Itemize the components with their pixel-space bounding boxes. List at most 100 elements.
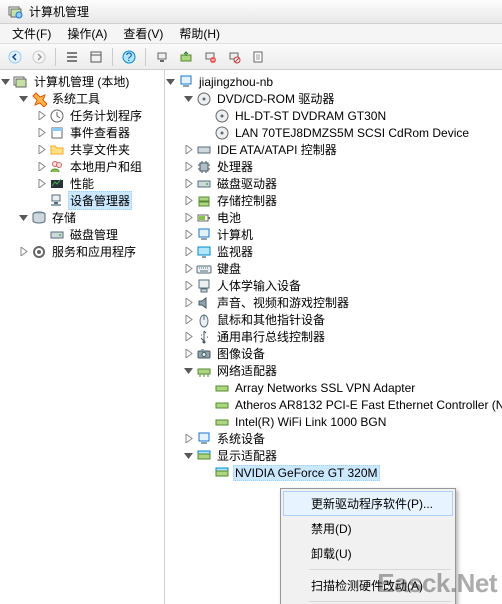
dev-system[interactable]: 系统设备: [165, 430, 502, 447]
mouse-icon: [196, 312, 212, 328]
usb-icon: [196, 329, 212, 345]
ctx-disable[interactable]: 禁用(D): [283, 516, 453, 541]
disk-icon: [49, 227, 65, 243]
imaging-icon: [196, 346, 212, 362]
tree-label: 网络适配器: [215, 361, 279, 380]
tree-system-tools[interactable]: 系统工具: [0, 90, 164, 107]
keyboard-icon: [196, 261, 212, 277]
tree-label: jiajingzhou-nb: [197, 74, 275, 90]
tree-task-scheduler[interactable]: 任务计划程序: [0, 107, 164, 124]
display-icon: [196, 448, 212, 464]
tree-device-manager[interactable]: 设备管理器: [0, 192, 164, 209]
computer-icon: [196, 227, 212, 243]
properties-button[interactable]: [247, 46, 269, 68]
dev-storage-ctrl[interactable]: 存储控制器: [165, 192, 502, 209]
dev-battery[interactable]: 电池: [165, 209, 502, 226]
tree-shared-folders[interactable]: 共享文件夹: [0, 141, 164, 158]
dev-network[interactable]: 网络适配器: [165, 362, 502, 379]
tree-performance[interactable]: 性能: [0, 175, 164, 192]
update-driver-button[interactable]: [175, 46, 197, 68]
separator: [309, 601, 451, 602]
tree-label: NVIDIA GeForce GT 320M: [233, 465, 380, 481]
dev-root[interactable]: jiajingzhou-nb: [165, 73, 502, 90]
disable-button[interactable]: [223, 46, 245, 68]
app-icon: [8, 4, 24, 20]
storage-icon: [31, 210, 47, 226]
tree-label: Array Networks SSL VPN Adapter: [233, 380, 417, 396]
scan-button[interactable]: [151, 46, 173, 68]
disk-icon: [196, 176, 212, 192]
watermark: Easck.Net: [377, 568, 497, 599]
folder-icon: [49, 142, 65, 158]
tree-storage[interactable]: 存储: [0, 209, 164, 226]
dev-cpu[interactable]: 处理器: [165, 158, 502, 175]
dev-computer[interactable]: 计算机: [165, 226, 502, 243]
services-icon: [31, 244, 47, 260]
menu-action[interactable]: 操作(A): [59, 23, 115, 44]
right-pane: jiajingzhou-nb DVD/CD-ROM 驱动器 HL-DT-ST D…: [165, 70, 502, 604]
dev-usb[interactable]: 通用串行总线控制器: [165, 328, 502, 345]
management-tree[interactable]: 计算机管理 (本地) 系统工具 任务计划程序 事件查看器 共享文件夹 本地用户和…: [0, 73, 164, 260]
storage-ctrl-icon: [196, 193, 212, 209]
hid-icon: [196, 278, 212, 294]
users-icon: [49, 159, 65, 175]
left-pane: 计算机管理 (本地) 系统工具 任务计划程序 事件查看器 共享文件夹 本地用户和…: [0, 70, 165, 604]
clock-icon: [49, 108, 65, 124]
dev-gpu[interactable]: NVIDIA GeForce GT 320M: [165, 464, 502, 481]
gpu-icon: [214, 465, 230, 481]
dev-dvd-2[interactable]: LAN 70TEJ8DMZS5M SCSI CdRom Device: [165, 124, 502, 141]
separator: [145, 48, 146, 66]
dev-ide[interactable]: IDE ATA/ATAPI 控制器: [165, 141, 502, 158]
ide-icon: [196, 142, 212, 158]
tools-icon: [31, 91, 47, 107]
back-button[interactable]: [4, 46, 26, 68]
battery-icon: [196, 210, 212, 226]
device-tree[interactable]: jiajingzhou-nb DVD/CD-ROM 驱动器 HL-DT-ST D…: [165, 73, 502, 481]
dev-sound[interactable]: 声音、视频和游戏控制器: [165, 294, 502, 311]
up-button[interactable]: [61, 46, 83, 68]
dev-display[interactable]: 显示适配器: [165, 447, 502, 464]
tree-local-users[interactable]: 本地用户和组: [0, 158, 164, 175]
tree-label: 显示适配器: [215, 446, 279, 465]
dev-dvd-1[interactable]: HL-DT-ST DVDRAM GT30N: [165, 107, 502, 124]
tree-disk-mgmt[interactable]: 磁盘管理: [0, 226, 164, 243]
ctx-uninstall[interactable]: 卸载(U): [283, 541, 453, 566]
dev-dvd[interactable]: DVD/CD-ROM 驱动器: [165, 90, 502, 107]
forward-button[interactable]: [28, 46, 50, 68]
dvd-icon: [214, 108, 230, 124]
dev-disk[interactable]: 磁盘驱动器: [165, 175, 502, 192]
dev-net-3[interactable]: Intel(R) WiFi Link 1000 BGN: [165, 413, 502, 430]
window-title: 计算机管理: [29, 3, 89, 20]
tree-services[interactable]: 服务和应用程序: [0, 243, 164, 260]
performance-icon: [49, 176, 65, 192]
details-button[interactable]: [85, 46, 107, 68]
menubar: 文件(F) 操作(A) 查看(V) 帮助(H): [0, 24, 502, 44]
separator: [55, 48, 56, 66]
menu-view[interactable]: 查看(V): [115, 23, 171, 44]
dev-keyboard[interactable]: 键盘: [165, 260, 502, 277]
dev-net-2[interactable]: Atheros AR8132 PCI-E Fast Ethernet Contr…: [165, 396, 502, 413]
tree-label: HL-DT-ST DVDRAM GT30N: [233, 108, 388, 124]
network-icon: [196, 363, 212, 379]
nic-icon: [214, 414, 230, 430]
nic-icon: [214, 380, 230, 396]
computer-icon: [178, 74, 194, 90]
titlebar: 计算机管理: [0, 0, 502, 24]
tree-label: LAN 70TEJ8DMZS5M SCSI CdRom Device: [233, 125, 471, 141]
dvd-icon: [214, 125, 230, 141]
menu-file[interactable]: 文件(F): [4, 23, 59, 44]
dev-hid[interactable]: 人体学输入设备: [165, 277, 502, 294]
tree-event-viewer[interactable]: 事件查看器: [0, 124, 164, 141]
dev-net-1[interactable]: Array Networks SSL VPN Adapter: [165, 379, 502, 396]
uninstall-button[interactable]: [199, 46, 221, 68]
tree-label: Atheros AR8132 PCI-E Fast Ethernet Contr…: [233, 397, 502, 413]
dev-imaging[interactable]: 图像设备: [165, 345, 502, 362]
menu-help[interactable]: 帮助(H): [171, 23, 228, 44]
svg-text:?: ?: [126, 50, 133, 64]
help-button[interactable]: ?: [118, 46, 140, 68]
dev-mouse[interactable]: 鼠标和其他指针设备: [165, 311, 502, 328]
tree-root[interactable]: 计算机管理 (本地): [0, 73, 164, 90]
ctx-update-driver[interactable]: 更新驱动程序软件(P)...: [283, 491, 453, 516]
dev-monitor[interactable]: 监视器: [165, 243, 502, 260]
tree-label: Intel(R) WiFi Link 1000 BGN: [233, 414, 388, 430]
